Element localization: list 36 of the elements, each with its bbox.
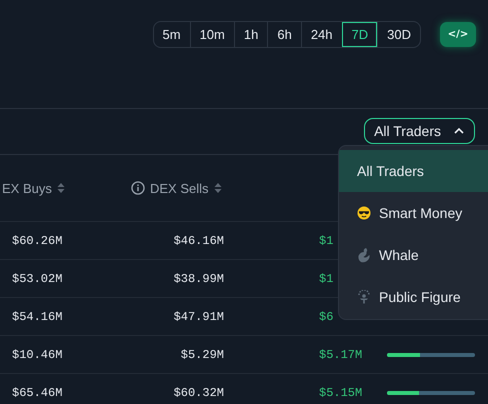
- time-range-tab[interactable]: 30D: [377, 22, 420, 47]
- column-header[interactable]: EX Buys: [2, 180, 52, 196]
- table-cell-text: $60.32M: [172, 386, 224, 400]
- time-range-tab[interactable]: 1h: [234, 22, 268, 47]
- table-cell-text: $5.29M: [180, 348, 224, 362]
- whale-icon: [357, 247, 371, 263]
- sort-icon[interactable]: [56, 182, 65, 194]
- table-cell-text: $5.15M: [319, 386, 364, 400]
- time-range-tab[interactable]: 6h: [267, 22, 301, 47]
- time-range-tab[interactable]: 5m: [154, 22, 190, 47]
- table-cell-text: $47.91M: [172, 310, 224, 324]
- podium-icon: [357, 290, 371, 304]
- table-cell-text: $60.26M: [11, 234, 64, 248]
- table-cell-text: $10.46M: [11, 348, 64, 362]
- table-cell-text: $1: [319, 234, 334, 248]
- table-cell-text: $46.16M: [172, 234, 224, 248]
- table-cell-text: $65.46M: [11, 386, 64, 400]
- time-range-tab[interactable]: 24h: [300, 22, 342, 47]
- table-cell-text: $6: [319, 310, 334, 324]
- table-cell-text: $38.99M: [172, 272, 224, 286]
- sort-icon[interactable]: [214, 182, 222, 194]
- sunglasses-face-icon: [357, 206, 371, 220]
- table-cell-text: $5.17M: [319, 348, 364, 362]
- table-cell-text: $54.16M: [11, 310, 64, 324]
- time-range-tab[interactable]: 7D: [342, 22, 378, 47]
- dropdown-option[interactable]: All Traders: [339, 150, 488, 192]
- dropdown-option[interactable]: Whale: [339, 234, 488, 276]
- table-cell-text: $1: [319, 272, 334, 286]
- column-header[interactable]: DEX Sells: [150, 180, 209, 196]
- time-range-tab[interactable]: 10m: [190, 22, 234, 47]
- trader-filter-dropdown[interactable]: All Traders: [364, 118, 475, 144]
- chevron-icon: [453, 127, 465, 135]
- table-cell-text: $53.02M: [11, 272, 64, 286]
- dropdown-option[interactable]: Smart Money: [339, 192, 488, 234]
- dropdown-option[interactable]: Public Figure: [339, 276, 488, 318]
- code-button[interactable]: </>: [440, 22, 476, 47]
